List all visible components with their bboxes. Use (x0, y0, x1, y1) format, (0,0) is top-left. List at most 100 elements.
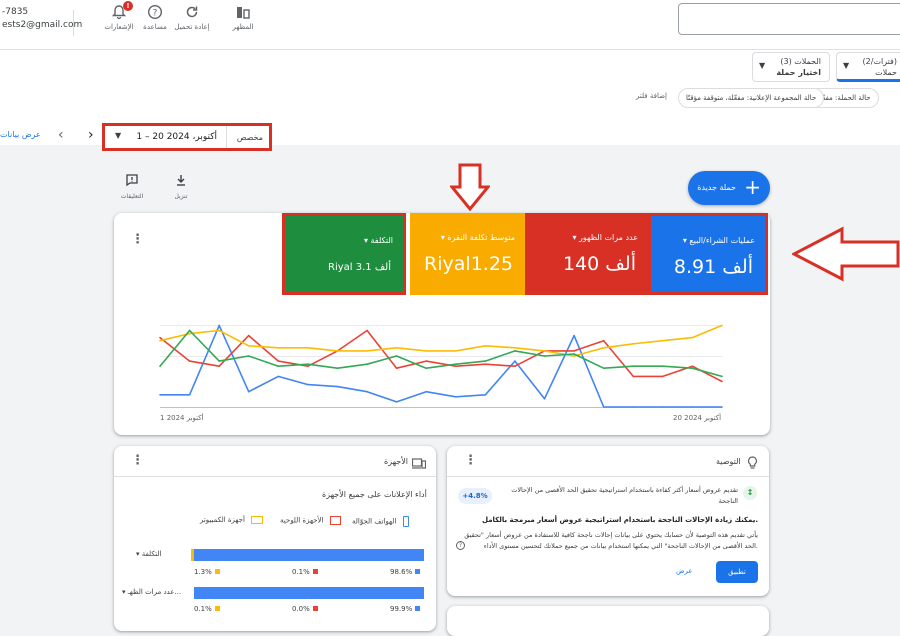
next-card (447, 606, 769, 636)
desktop-pct: 0.1% (194, 605, 220, 613)
recommendation-line: تقديم عروض أسعار أكثر كفاءة باستخدام است… (511, 486, 738, 494)
divider (114, 476, 436, 477)
data-point (395, 367, 398, 370)
data-point (159, 393, 161, 396)
lightbulb-icon (747, 454, 758, 473)
data-point (543, 355, 546, 357)
data-point (188, 360, 191, 362)
device-bar-mobile (194, 587, 424, 599)
legend-mobile: الهواتف الجوّالة (352, 516, 409, 527)
data-point (721, 380, 723, 383)
recommendation-body-line: الحد الأقصى من الإحالات الناجحة" التي يم… (483, 542, 758, 550)
row-label-dropdown[interactable]: ▾ عدد مرات الظهـ... (122, 588, 181, 596)
data-point (691, 406, 694, 408)
data-point (247, 390, 250, 393)
data-point (425, 350, 428, 352)
recommendation-header: التوصية (716, 457, 741, 466)
data-point (632, 365, 635, 368)
data-point (336, 367, 339, 370)
data-point (188, 332, 191, 335)
data-point (632, 375, 635, 378)
data-point (277, 347, 280, 349)
series-line-3 (159, 329, 723, 378)
mobile-pct: 98.6% (390, 568, 421, 576)
data-point (691, 336, 694, 339)
data-point (514, 350, 516, 352)
data-point (366, 390, 368, 393)
data-point (454, 396, 457, 398)
more-vert-icon[interactable]: ⋮ (464, 454, 477, 467)
devices-title: الأجهزة (384, 457, 409, 466)
data-point (218, 329, 220, 332)
data-point (247, 355, 250, 357)
legend-desktop: أجهزة الكمبيوتر (200, 516, 264, 524)
uplift-badge: +4.8% (458, 488, 492, 504)
data-point (691, 365, 694, 368)
mobile-pct: 99.9% (390, 605, 421, 613)
more-vert-icon[interactable]: ⋮ (131, 454, 144, 467)
recommendation-line: الناجحة (718, 497, 738, 505)
bid-strategy-icon: ↕ (743, 486, 757, 500)
data-point (247, 334, 250, 337)
data-point (662, 365, 664, 368)
data-point (395, 401, 398, 403)
data-point (425, 390, 428, 393)
data-point (632, 342, 635, 345)
devices-icon (411, 455, 427, 474)
data-point (543, 350, 546, 352)
data-point (307, 383, 309, 386)
data-point (573, 334, 575, 337)
device-row-label: التكلفة (141, 550, 162, 558)
data-point (307, 363, 309, 365)
devices-subtitle: أداء الإعلانات على جميع الأجهزة (322, 490, 427, 499)
mobile-icon (402, 516, 409, 527)
data-point (277, 365, 280, 368)
tablet-pct: 0.1% (292, 568, 318, 576)
data-point (307, 347, 309, 349)
devices-card (114, 446, 436, 631)
data-point (514, 365, 516, 368)
data-point (721, 375, 723, 378)
data-point (425, 360, 428, 362)
data-point (691, 367, 694, 370)
data-point (366, 329, 368, 332)
x-axis-end-label: 20 أكتوبر 2024 (673, 414, 722, 422)
data-point (218, 360, 220, 362)
data-point (395, 347, 398, 349)
data-point (514, 347, 516, 349)
data-point (188, 393, 191, 396)
data-point (484, 393, 487, 396)
data-point (602, 367, 605, 370)
recommendation-body: يأتي تقديم هذه التوصية لأن حسابك يحتوي ع… (460, 530, 758, 552)
data-point (336, 385, 339, 388)
data-point (277, 375, 280, 378)
row-label-dropdown[interactable]: ▾ التكلفة (136, 550, 161, 558)
view-link[interactable]: عرض (676, 567, 693, 575)
tablet-icon (329, 516, 341, 525)
data-point (662, 406, 664, 408)
data-point (218, 365, 220, 368)
data-point (454, 350, 457, 352)
data-point (425, 367, 428, 370)
recommendation-summary: تقديم عروض أسعار أكثر كفاءة باستخدام است… (500, 485, 738, 507)
data-point (159, 365, 161, 368)
data-point (602, 347, 605, 349)
data-point (721, 324, 723, 327)
data-point (484, 345, 487, 347)
legend-label: الهواتف الجوّالة (352, 517, 397, 526)
data-point (336, 350, 339, 352)
apply-button[interactable]: تطبيق (716, 561, 758, 583)
recommendation-title: يمكنك زيادة الإحالات الناجحة باستخدام اس… (481, 516, 758, 524)
data-point (188, 329, 191, 332)
data-point (454, 365, 457, 368)
data-point (366, 363, 368, 365)
data-point (662, 375, 664, 378)
data-point (454, 363, 457, 365)
tablet-pct: 0.0% (292, 605, 318, 613)
data-point (395, 355, 398, 357)
data-point (366, 350, 368, 352)
data-point (277, 360, 280, 362)
desktop-icon (251, 516, 264, 524)
data-point (573, 353, 575, 355)
device-bar-desktop (191, 549, 194, 561)
